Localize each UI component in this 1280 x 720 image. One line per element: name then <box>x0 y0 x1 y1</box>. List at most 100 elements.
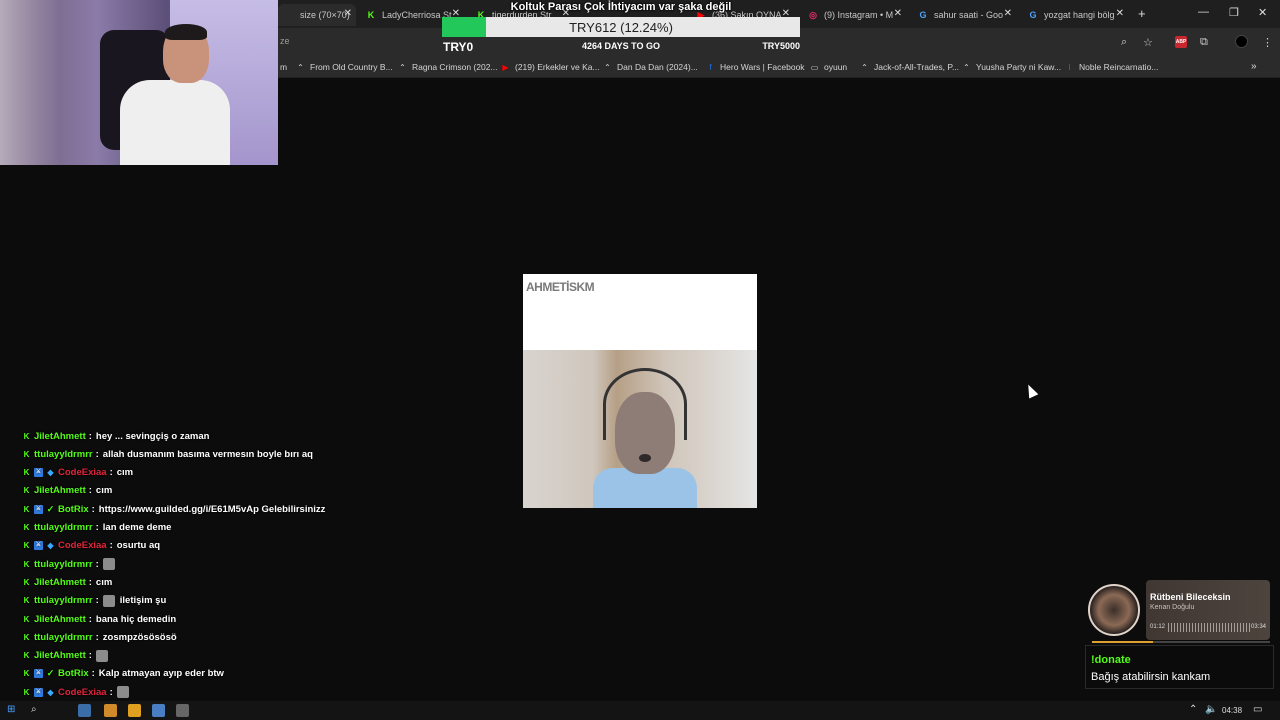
meme-caption: AHMETİSKM <box>526 280 595 294</box>
bookmark-item[interactable]: m <box>280 62 287 72</box>
more-menu-icon[interactable]: ⋮ <box>1262 36 1273 49</box>
instagram-tab-icon: ◎ <box>809 10 817 20</box>
taskbar-app-icon[interactable] <box>176 704 189 717</box>
minimize-icon[interactable]: — <box>1198 6 1209 18</box>
chevron-up-icon[interactable]: ⌃ <box>1189 704 1197 715</box>
song-artist: Kenan Doğulu <box>1150 604 1195 611</box>
chat-username[interactable]: JiletAhmett <box>34 614 86 625</box>
chat-username[interactable]: BotRix <box>58 668 89 679</box>
chat-username[interactable]: ttulayyldrmrr <box>34 559 93 570</box>
kick-badge-icon: K <box>23 687 30 697</box>
taskbar-app-icon[interactable] <box>128 704 141 717</box>
chat-panel: K JiletAhmett: hey ... sevingçiş o zaman Kt… <box>22 430 442 720</box>
close-icon[interactable]: ✕ <box>1116 8 1124 19</box>
taskbar-app-icon[interactable] <box>78 704 91 717</box>
chat-message: K JiletAhmett: hey ... sevingçiş o zaman <box>23 430 210 442</box>
volume-icon[interactable]: 🔈 <box>1205 704 1217 715</box>
kick-badge-icon: K <box>23 596 30 606</box>
anime-bookmark-icon: ⌃ <box>963 62 970 72</box>
clock: 04:38 <box>1222 706 1243 715</box>
tab-label: yozgat hangi bölg <box>1044 10 1115 20</box>
chat-message: K ⚔ ✓ BotRix: Kalp atmayan ayıp eder btw <box>23 668 224 680</box>
donate-panel: !donate Bağış atabilirsin kankam <box>1085 645 1274 689</box>
address-input[interactable]: ze <box>280 36 290 46</box>
bookmark-item[interactable]: ⌃ Ragna Crimson (202... <box>398 62 497 72</box>
song-progress-fill <box>1092 641 1153 643</box>
google-tab-icon: G <box>919 10 927 20</box>
chat-message: Kttulayyldrmrr: lan deme deme <box>23 522 172 533</box>
bookmark-item[interactable]: ⌃ Yuusha Party ni Kaw... <box>962 62 1061 72</box>
chat-message: Kttulayyldrmrr: <box>22 555 120 573</box>
facebook-bookmark-icon: f <box>709 62 712 72</box>
tab-google-yozgat[interactable]: G yozgat hangi bölg ✕ <box>1022 4 1128 26</box>
kick-badge-icon: K <box>23 504 30 514</box>
now-playing-widget: Rütbeni Bileceksin Kenan Doğulu 01:12 03… <box>1088 580 1270 640</box>
close-icon[interactable]: ✕ <box>344 8 352 19</box>
meme-image: AHMETİSKM <box>523 274 757 508</box>
webcam-feed <box>0 0 278 165</box>
profile-avatar[interactable] <box>1235 35 1248 48</box>
moderator-badge-icon: ⚔ <box>34 687 43 697</box>
close-icon[interactable]: ✕ <box>894 8 902 19</box>
anime-bookmark-icon: ⌃ <box>861 62 868 72</box>
chat-username[interactable]: BotRix <box>58 504 89 515</box>
moderator-badge-icon: ⚔ <box>34 468 43 478</box>
tab-google-sahur[interactable]: G sahur saati - Goo ✕ <box>912 4 1016 26</box>
goal-max-label: TRY5000 <box>762 41 800 51</box>
kick-badge-icon: K <box>23 468 30 478</box>
goal-title: Koltuk Parası Çok İhtiyacım var şaka değ… <box>510 1 732 13</box>
chat-username[interactable]: ttulayyldrmrr <box>34 449 93 460</box>
zoom-icon[interactable]: ⌕ <box>1121 36 1127 49</box>
kick-badge-icon: K <box>23 523 30 532</box>
chat-username[interactable]: CodeExiaa <box>58 540 107 551</box>
donate-text: Bağış atabilirsin kankam <box>1091 671 1211 683</box>
taskbar-app-icon[interactable] <box>104 704 117 717</box>
bookmark-item[interactable]: I Noble Reincarnatio... <box>1065 62 1158 72</box>
windows-start-icon[interactable]: ⊞ <box>7 704 15 715</box>
kick-badge-icon: K <box>23 614 30 624</box>
taskbar-app-icon[interactable] <box>152 704 165 717</box>
tab-instagram[interactable]: ◎ (9) Instagram • M ✕ <box>802 4 906 26</box>
kick-badge-icon: K <box>23 669 30 679</box>
bookmark-item[interactable]: ⌃ From Old Country B... <box>296 62 393 72</box>
chat-username[interactable]: JiletAhmett <box>34 431 86 442</box>
chat-message-text: iletişim şu <box>119 595 167 607</box>
chat-message: K JiletAhmett: cım <box>23 576 113 588</box>
bookmark-item[interactable]: f Hero Wars | Facebook <box>706 62 804 72</box>
search-icon[interactable]: ⌕ <box>31 704 37 715</box>
chat-username[interactable]: ttulayyldrmrr <box>34 595 93 606</box>
chat-username[interactable]: ttulayyldrmrr <box>34 632 93 643</box>
extensions-icon[interactable]: ⧉ <box>1200 36 1208 49</box>
chat-username[interactable]: ttulayyldrmrr <box>34 522 93 533</box>
new-tab-button[interactable]: + <box>1138 6 1146 21</box>
chat-message: Kttulayyldrmrr: allah dusmanım basıma ver… <box>23 448 313 460</box>
bookmark-item[interactable]: ⌃ Jack-of-All-Trades, P... <box>860 62 959 72</box>
song-title: Rütbeni Bileceksin <box>1150 592 1231 602</box>
tab-image[interactable]: size (70×70) ✕ <box>278 4 356 26</box>
album-art <box>1088 584 1140 636</box>
kick-badge-icon: K <box>23 449 30 459</box>
chat-message-text: lan deme deme <box>102 522 172 533</box>
folder-bookmark-icon: ▭ <box>810 62 819 72</box>
chat-username[interactable]: JiletAhmett <box>34 650 86 661</box>
kick-badge-icon: K <box>23 577 30 587</box>
bookmark-item[interactable]: ▭ oyuun <box>810 62 847 72</box>
bookmark-item[interactable]: ▶ (219) Erkekler ve Ka... <box>501 62 599 72</box>
adblock-extension-icon[interactable]: ABP <box>1175 36 1187 48</box>
restore-icon[interactable]: ❐ <box>1229 6 1239 19</box>
song-duration: 03:34 <box>1250 624 1266 630</box>
chat-username[interactable]: JiletAhmett <box>34 577 86 588</box>
moderator-badge-icon: ⚔ <box>34 669 43 679</box>
chat-username[interactable]: CodeExiaa <box>58 467 107 478</box>
bookmark-item[interactable]: ⌃ Dan Da Dan (2024)... <box>603 62 698 72</box>
chat-username[interactable]: CodeExiaa <box>58 687 107 698</box>
chat-username[interactable]: JiletAhmett <box>34 485 86 496</box>
window-close-icon[interactable]: ✕ <box>1258 6 1267 19</box>
mouse-cursor-icon <box>1023 382 1039 399</box>
bookmark-star-icon[interactable]: ☆ <box>1143 36 1153 49</box>
close-icon[interactable]: ✕ <box>1004 8 1012 19</box>
chat-message-text: hey ... sevingçiş o zaman <box>95 430 210 442</box>
anime-bookmark-icon: ⌃ <box>604 62 611 72</box>
notification-icon[interactable]: ▭ <box>1253 704 1262 715</box>
bookmarks-overflow-icon[interactable]: » <box>1251 61 1257 72</box>
